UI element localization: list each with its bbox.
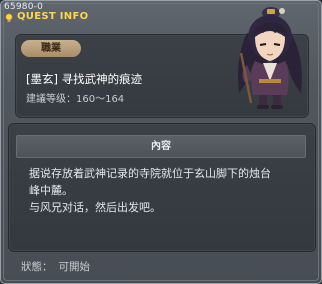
quest-level-label: 建議等级： bbox=[26, 94, 76, 105]
description-line: 与风兄对话，然后出发吧。 bbox=[29, 201, 161, 214]
quest-level-range: 160～164 bbox=[76, 94, 125, 105]
quest-status: 狀態： 可開始 bbox=[21, 259, 96, 274]
quest-bulb-icon bbox=[5, 13, 13, 22]
content-header: 內容 bbox=[16, 135, 306, 158]
description-line: 峰中麓。 bbox=[29, 184, 73, 197]
window-title: QUEST INFO bbox=[17, 11, 89, 22]
status-value: 可開始 bbox=[58, 261, 91, 273]
quest-name: [墨玄] 寻找武神的痕迹 bbox=[26, 72, 143, 86]
quest-level: 建議等级：160～164 bbox=[26, 90, 124, 105]
description-line: 据说存放着武神记录的寺院就位于玄山脚下的烛台 bbox=[29, 167, 271, 180]
npc-portrait-icon bbox=[238, 7, 302, 109]
job-badge: 職業 bbox=[21, 40, 81, 57]
status-label: 狀態： bbox=[21, 261, 53, 273]
quest-info-window: 65980-0 QUEST INFO 職業 [墨玄] 寻找武神的痕迹 建議等级：… bbox=[0, 0, 322, 284]
quest-description: 据说存放着武神记录的寺院就位于玄山脚下的烛台 峰中麓。 与风兄对话，然后出发吧。 bbox=[29, 165, 304, 216]
